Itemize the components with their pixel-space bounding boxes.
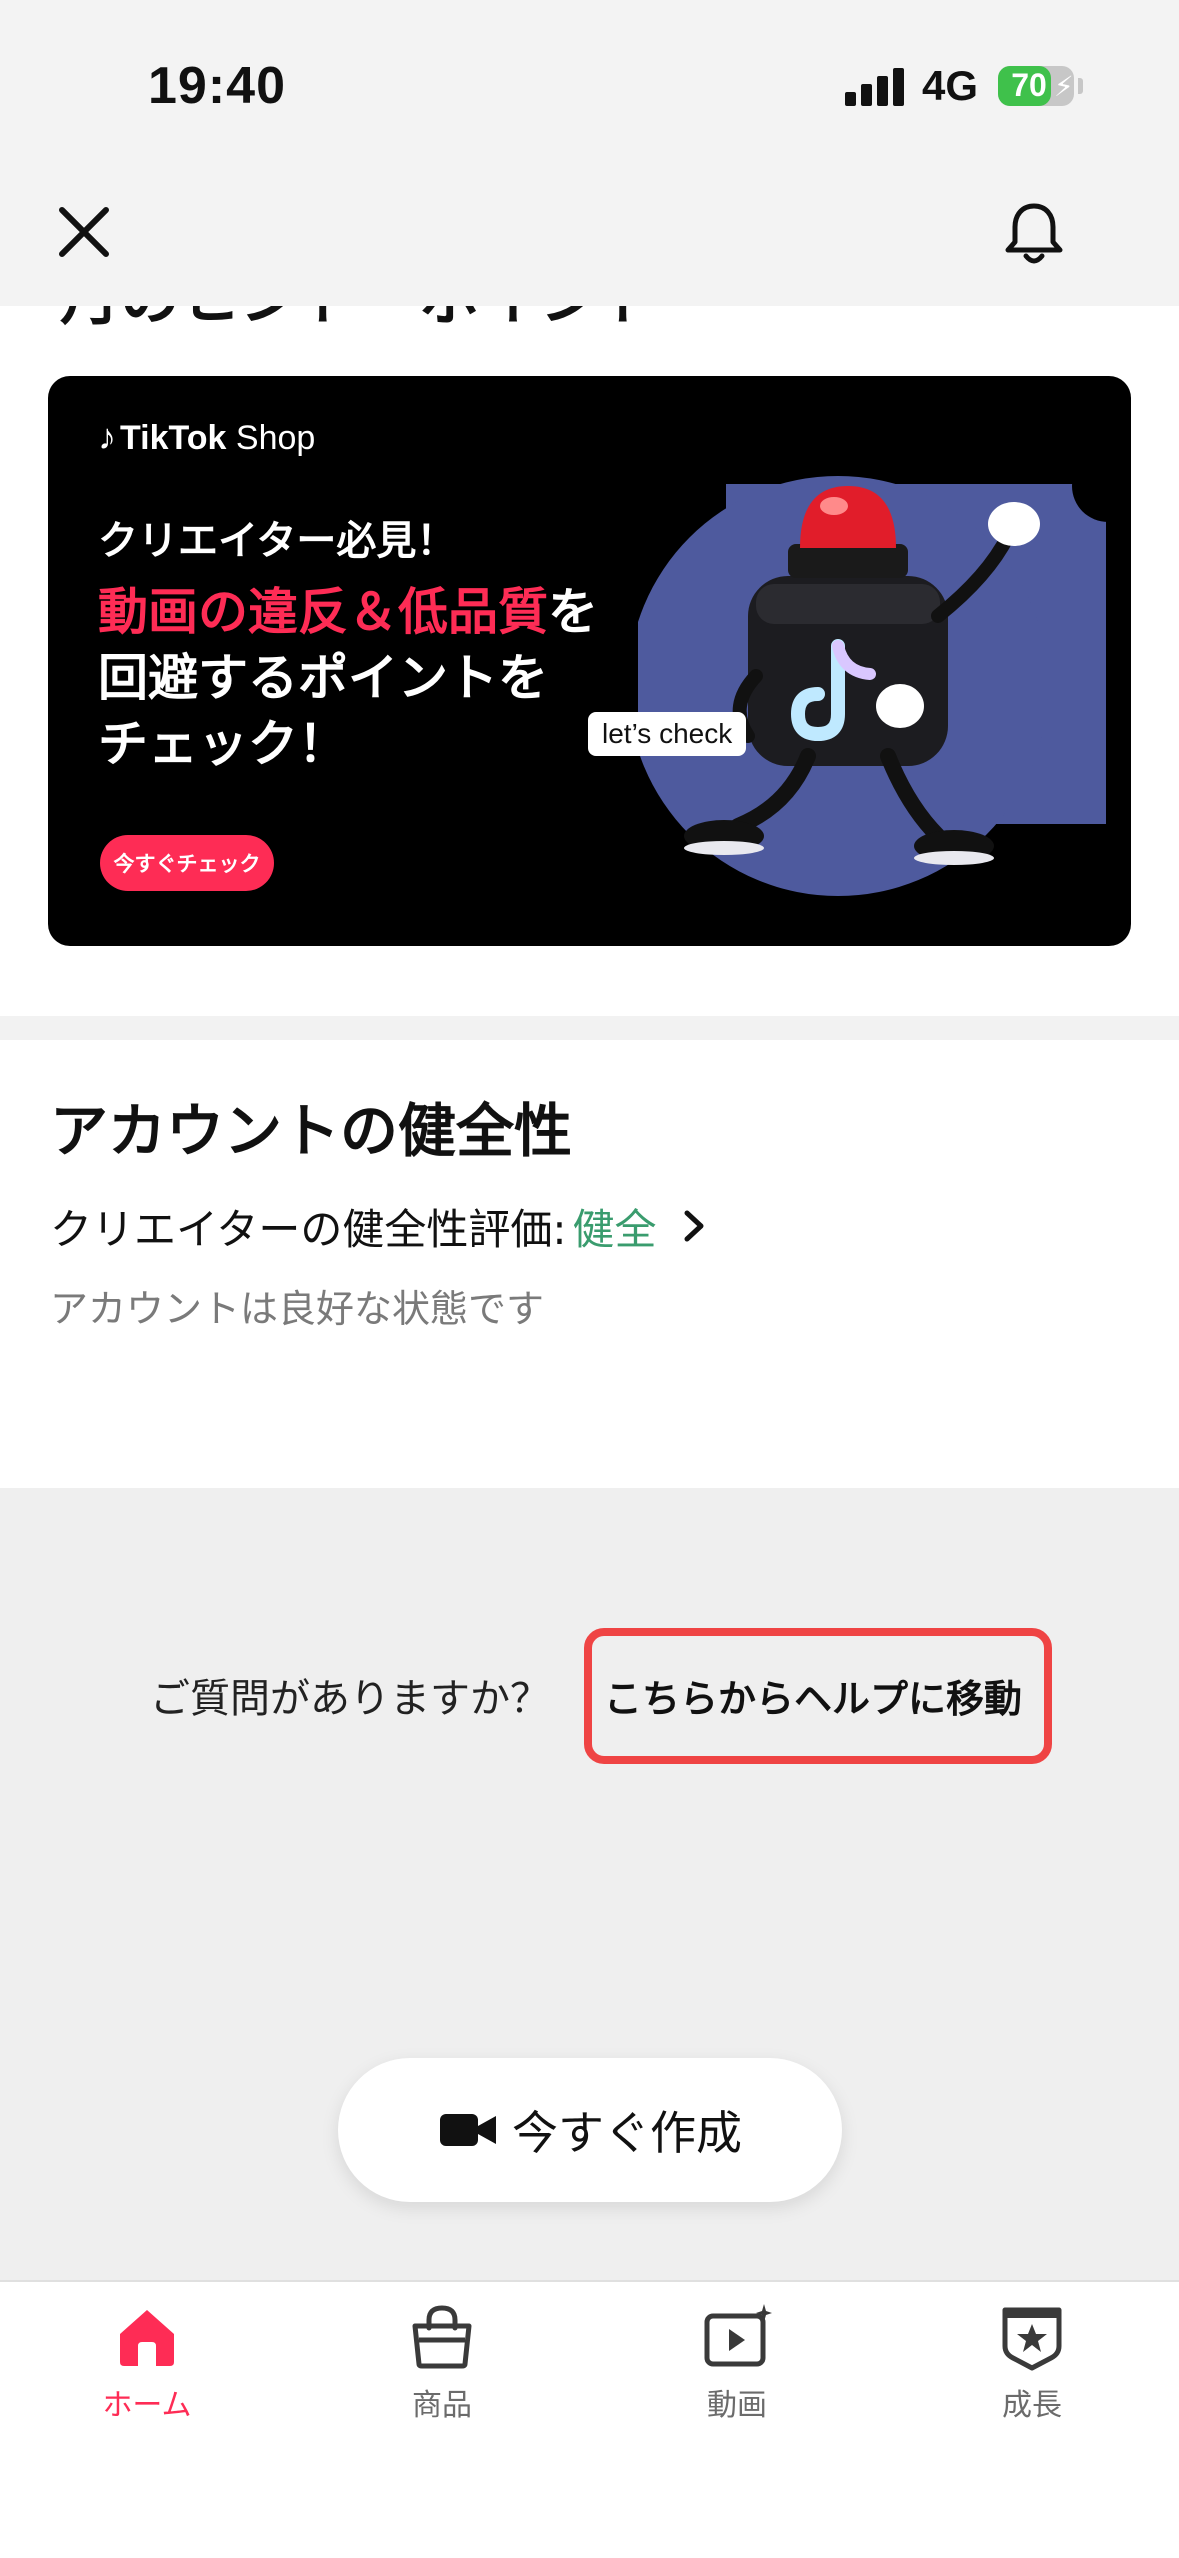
lets-check-tag: let’s check	[588, 712, 747, 756]
banner-line-1: クリエイター必見！	[98, 518, 457, 564]
help-center-link[interactable]: こちらからヘルプに移動	[604, 1668, 1022, 1723]
close-icon	[59, 207, 109, 257]
health-rating-label: クリエイターの健全性評価:	[50, 1204, 567, 1254]
create-now-label: 今すぐ作成	[512, 2106, 742, 2160]
home-icon	[120, 2310, 174, 2366]
brand-suffix: Shop	[235, 419, 316, 457]
bell-icon	[1005, 203, 1063, 264]
banner-accent-text: 動画の違反＆低品質	[98, 583, 548, 641]
account-health-description: アカウントは良好な状態です	[50, 1287, 545, 1331]
video-camera-icon	[440, 2114, 496, 2146]
tab-products[interactable]: 商品	[342, 2302, 542, 2452]
brand-name: TikTok	[120, 419, 227, 457]
tab-videos[interactable]: 動画	[637, 2302, 837, 2452]
tiktok-shop-logo: ♪ TikTok Shop	[98, 416, 315, 458]
section-divider	[0, 1016, 1179, 1040]
tab-home[interactable]: ホーム	[47, 2302, 247, 2452]
notifications-button[interactable]	[998, 198, 1070, 270]
help-question-text: ご質問がありますか？	[150, 1676, 550, 1722]
status-bar: 19:40 4G 70 ⚡	[0, 0, 1179, 170]
status-time: 19:40	[148, 57, 286, 115]
tab-home-label: ホーム	[102, 2388, 192, 2423]
network-type: 4G	[922, 62, 979, 109]
account-health-title: アカウントの健全性	[50, 1097, 573, 1165]
battery-level: 70	[1011, 67, 1047, 103]
battery-icon: 70 ⚡	[998, 66, 1074, 106]
video-play-icon	[704, 2304, 772, 2367]
bottom-tab-bar: ホーム 商品 動画 成長	[0, 2280, 1179, 2558]
tab-growth-label: 成長	[1002, 2388, 1062, 2423]
charging-bolt-icon: ⚡	[1054, 70, 1074, 103]
top-nav	[0, 170, 1179, 306]
star-badge-icon	[1002, 2307, 1062, 2371]
check-now-button[interactable]: 今すぐチェック	[100, 835, 274, 891]
shopping-bag-icon	[412, 2305, 472, 2369]
banner-line-3: 回避するポイントを	[98, 649, 548, 707]
battery-cap	[1078, 78, 1083, 94]
close-button[interactable]	[52, 200, 116, 264]
tab-products-label: 商品	[412, 2388, 472, 2423]
signal-icon	[845, 66, 905, 106]
creator-health-rating-row[interactable]: クリエイターの健全性評価: 健全	[50, 1196, 707, 1256]
promo-banner[interactable]: ♪ TikTok Shop クリエイター必見！ 動画の違反＆低品質を 回避するポイ…	[48, 376, 1131, 946]
banner-line-2-rest: を	[548, 583, 598, 641]
mascot-illustration	[638, 456, 1118, 896]
chevron-right-icon	[684, 1210, 703, 1242]
banner-line-2: 動画の違反＆低品質を	[98, 572, 598, 644]
tiktok-logo-icon: ♪	[98, 416, 116, 457]
banner-line-4: チェック！	[98, 715, 348, 773]
create-now-button[interactable]: 今すぐ作成	[338, 2058, 842, 2202]
tab-growth[interactable]: 成長	[932, 2302, 1132, 2452]
health-rating-status: 健全	[572, 1204, 657, 1254]
tab-videos-label: 動画	[707, 2388, 767, 2423]
